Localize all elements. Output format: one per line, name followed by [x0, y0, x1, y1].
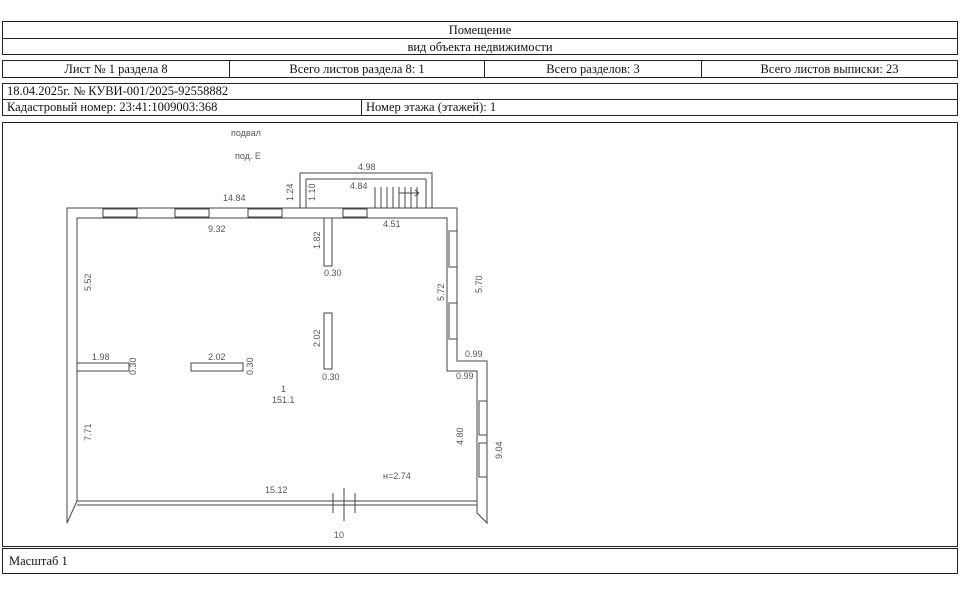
dim-14-84: 14.84 — [223, 193, 246, 203]
partition — [76, 362, 130, 372]
plan-label-podval: подвал — [231, 128, 261, 138]
floor-number: Номер этажа (этажей): 1 — [366, 100, 497, 114]
dim-15-12: 15.12 — [265, 485, 288, 495]
cadastral-number: Кадастровый номер: 23:41:1009003:368 — [7, 100, 218, 114]
sheet-info-row: Лист № 1 раздела 8 Всего листов раздела … — [2, 60, 958, 78]
dim-0-30-b: 0.30 — [322, 372, 340, 382]
window — [448, 230, 458, 268]
dim-5-72: 5.72 — [436, 283, 446, 301]
dim-4-84: 4.84 — [350, 181, 368, 191]
door — [342, 208, 368, 218]
bottom-marker: 10 — [334, 530, 344, 540]
dim-2-02-h: 2.02 — [208, 352, 226, 362]
document-title: Помещение — [448, 22, 512, 37]
room-area: 151.1 — [272, 395, 295, 405]
dim-4-51: 4.51 — [383, 219, 401, 229]
dim-1-24: 1.24 — [285, 183, 295, 201]
date-and-number: 18.04.2025г. № КУВИ-001/2025-92558882 — [7, 84, 229, 98]
dim-1-98: 1.98 — [92, 352, 110, 362]
dim-4-98: 4.98 — [358, 162, 376, 172]
dim-7-71: 7.71 — [83, 423, 93, 441]
floor-plan: подвал под. Е 4.98 4.84 1.24 1.10 14.84 … — [66, 128, 504, 540]
dim-0-99-b: 0.99 — [456, 371, 474, 381]
window — [247, 208, 283, 218]
window — [448, 302, 458, 340]
total-section-sheets: Всего листов раздела 8: 1 — [289, 61, 425, 76]
partition — [190, 362, 244, 372]
dim-9-04: 9.04 — [494, 441, 504, 459]
total-sections: Всего разделов: 3 — [546, 61, 640, 76]
dim-2-02-v: 2.02 — [312, 329, 322, 347]
window — [102, 208, 138, 218]
dim-0-99-a: 0.99 — [465, 349, 483, 359]
window — [478, 442, 488, 478]
room-number: 1 — [281, 384, 286, 394]
dim-0-30-d: 0.30 — [245, 357, 255, 375]
dim-5-70: 5.70 — [474, 275, 484, 293]
window — [478, 400, 488, 436]
ceiling-height: н=2.74 — [383, 471, 411, 481]
record-info: 18.04.2025г. № КУВИ-001/2025-92558882 Ка… — [2, 83, 958, 116]
sheet-number: Лист № 1 раздела 8 — [64, 61, 168, 76]
dim-1-10: 1.10 — [307, 183, 317, 201]
scale-box: Масштаб 1 — [2, 548, 958, 574]
dim-1-82: 1.82 — [312, 231, 322, 249]
object-type: вид объекта недвижимости — [407, 39, 553, 54]
plan-label-pod-e: под. Е — [235, 151, 261, 161]
column — [323, 312, 333, 370]
total-extract-sheets: Всего листов выписки: 23 — [760, 61, 899, 76]
scale-label: Масштаб 1 — [9, 553, 68, 568]
dim-4-80: 4.80 — [455, 427, 465, 445]
dim-0-30-c: 0.30 — [128, 357, 138, 375]
window — [174, 208, 210, 218]
floor-plan-frame: подвал под. Е 4.98 4.84 1.24 1.10 14.84 … — [2, 122, 958, 547]
dim-5-52: 5.52 — [83, 273, 93, 291]
dim-0-30-a: 0.30 — [324, 268, 342, 278]
column — [323, 217, 333, 267]
header-box: Помещение вид объекта недвижимости — [2, 21, 958, 55]
dim-9-32: 9.32 — [208, 224, 226, 234]
